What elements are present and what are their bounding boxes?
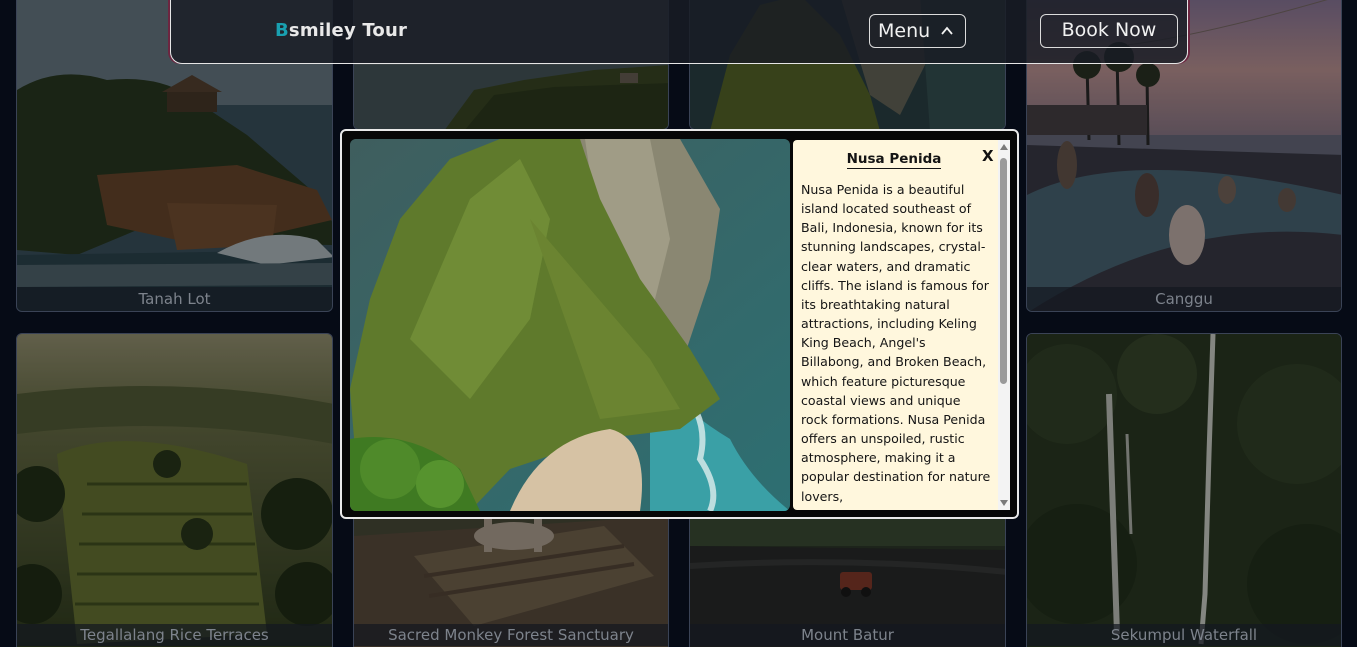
- top-navbar: Bsmiley Tour Menu Book Now: [170, 0, 1188, 64]
- nusa-penida-photo: [350, 139, 790, 511]
- destination-modal: Nusa Penida X Nusa Penida is a beautiful…: [340, 129, 1019, 519]
- scrollbar[interactable]: [998, 140, 1010, 510]
- modal-photo: [350, 139, 790, 511]
- destination-description: Nusa Penida is a beautiful island locate…: [801, 182, 991, 504]
- brand-logo[interactable]: Bsmiley Tour: [275, 20, 407, 41]
- scroll-up-arrow-icon[interactable]: [1000, 144, 1008, 150]
- menu-button-label: Menu: [878, 20, 931, 42]
- destination-title: Nusa Penida: [793, 151, 995, 169]
- destination-name: Mount Batur: [690, 624, 1005, 646]
- destination-card-monkey-forest[interactable]: Sacred Monkey Forest Sanctuary: [353, 516, 669, 647]
- chevron-up-icon: [941, 26, 953, 35]
- destination-name: Sacred Monkey Forest Sanctuary: [354, 624, 668, 646]
- book-now-button[interactable]: Book Now: [1040, 14, 1178, 48]
- destination-name: Canggu: [1027, 287, 1341, 311]
- scroll-down-arrow-icon[interactable]: [1000, 500, 1008, 506]
- close-button[interactable]: X: [982, 147, 994, 165]
- page: Tanah Lot Canggu Tegallalang Rice Terrac…: [0, 0, 1357, 647]
- sekumpul-photo: [1027, 334, 1341, 647]
- menu-button[interactable]: Menu: [869, 14, 966, 48]
- destination-card-sekumpul[interactable]: Sekumpul Waterfall: [1026, 333, 1342, 647]
- destination-card-mount-batur[interactable]: Mount Batur: [689, 516, 1006, 647]
- destination-name: Tanah Lot: [17, 287, 332, 311]
- destination-info-panel[interactable]: Nusa Penida X Nusa Penida is a beautiful…: [793, 140, 1010, 510]
- brand-initial: B: [275, 20, 289, 41]
- scrollbar-thumb[interactable]: [1000, 158, 1007, 384]
- tegallalang-photo: [17, 334, 332, 647]
- destination-card-tegallalang[interactable]: Tegallalang Rice Terraces: [16, 333, 333, 647]
- destination-name: Tegallalang Rice Terraces: [17, 624, 332, 646]
- destination-name: Sekumpul Waterfall: [1027, 624, 1341, 646]
- destination-title-text: Nusa Penida: [846, 151, 942, 169]
- brand-name: smiley Tour: [288, 20, 408, 41]
